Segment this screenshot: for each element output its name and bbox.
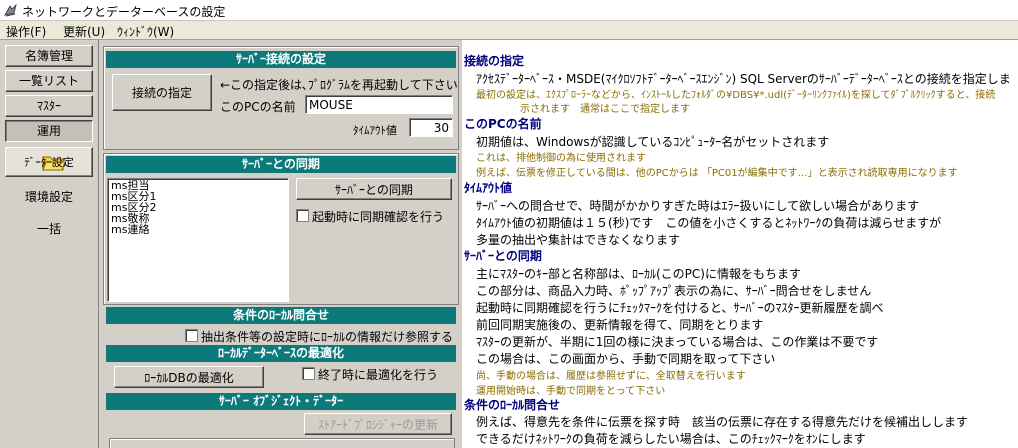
- sidebar-item-environment[interactable]: 環境設定: [5, 188, 93, 205]
- help-text: 起動時に同期確認を行うにﾁｪｯｸﾏｰｸを付けると、ｻｰﾊﾞｰのﾏｽﾀｰ更新履歴を…: [476, 301, 884, 315]
- sidebar-item-operation[interactable]: 運用: [5, 120, 93, 142]
- help-text: この部分は、商品入力時、ﾎﾟｯﾌﾟｱｯﾌﾟ表示の為に、ｻｰﾊﾞｰ問合せをしません: [476, 284, 872, 298]
- help-text: 前回同期実施後の、更新情報を得て、同期をとります: [476, 318, 764, 332]
- help-text: ｻｰﾊﾞｰへの問合せで、時間がかかりすぎた時はｴﾗｰ扱いにして欲しい場合がありま…: [476, 199, 920, 213]
- sidebar-item-master[interactable]: ﾏｽﾀｰ: [5, 95, 93, 117]
- help-text: ｱｸｾｽﾃﾞｰﾀｰﾍﾞｰｽ・MSDE(ﾏｲｸﾛｿﾌﾄﾃﾞｰﾀｰﾍﾞｰｽｴﾝｼﾞﾝ…: [476, 72, 1011, 86]
- sidebar-item-label: ﾃﾞｰﾀｰ設定: [24, 156, 74, 169]
- exit-optimize-checkbox[interactable]: [302, 367, 315, 380]
- window-title: ネットワークとデーターベースの設定: [22, 5, 226, 19]
- sidebar-item-roster[interactable]: 名簿管理: [5, 45, 93, 67]
- help-note: 示されます 通常はここで指定します: [520, 104, 690, 115]
- server-sync-header: ｻｰﾊﾞｰとの同期: [106, 156, 456, 173]
- sidebar-item-data-settings[interactable]: ﾃﾞｰﾀｰ設定: [5, 147, 93, 177]
- timeout-input[interactable]: [409, 118, 453, 137]
- help-text: この場合は、この画面から、手動で同期を取って下さい: [476, 352, 776, 366]
- sidebar-item-list[interactable]: 一覧リスト: [5, 70, 93, 92]
- help-text: 多量の抽出や集計はできなくなります: [476, 233, 681, 247]
- help-text: ﾀｲﾑｱｳﾄ値の初期値は１５(秒)です この値を小さくするとﾈｯﾄﾜｰｸの負荷は…: [476, 216, 942, 230]
- server-objects-area: [109, 438, 455, 448]
- startup-sync-checkbox[interactable]: [296, 209, 309, 222]
- help-title-local-query: 条件のﾛｰｶﾙ問合せ: [464, 398, 561, 412]
- help-title-connect: 接続の指定: [464, 54, 525, 68]
- help-text: できるだけﾈｯﾄﾜｰｸの負荷を減らしたい場合は、このﾁｪｯｸﾏｰｸをｵﾝにします: [476, 432, 866, 446]
- list-item[interactable]: ms連絡: [111, 224, 285, 235]
- help-pane: 接続の指定 ｱｸｾｽﾃﾞｰﾀｰﾍﾞｰｽ・MSDE(ﾏｲｸﾛｿﾌﾄﾃﾞｰﾀｰﾍﾞｰ…: [462, 40, 1018, 448]
- local-query-header: 条件のﾛｰｶﾙ問合せ: [106, 307, 456, 324]
- help-title-sync: ｻｰﾊﾞｰとの同期: [464, 249, 542, 263]
- local-query-label: 抽出条件等の設定時にﾛｰｶﾙの情報だけ参照する: [201, 330, 454, 344]
- menu-operation[interactable]: 操作(F): [6, 23, 46, 40]
- help-note: 最初の設定は、ｴｸｽﾌﾟﾛｰﾗｰなどから、ｲﾝｽﾄｰﾙしたﾌｫﾙﾀﾞの¥DBS¥…: [476, 90, 996, 101]
- help-title-timeout: ﾀｲﾑｱｳﾄ値: [464, 181, 513, 195]
- help-text: 例えば、得意先を条件に伝票を探す時 該当の伝票に存在する得意先だけを候補出ししま…: [476, 415, 969, 429]
- menu-update[interactable]: 更新(U): [63, 23, 105, 40]
- help-note: 例えば、伝票を修正している間は、他のPCからは 「PC01が編集中です…」と表示…: [476, 168, 958, 179]
- local-query-checkbox[interactable]: [185, 329, 198, 342]
- menu-bar: 操作(F) 更新(U) ｳｨﾝﾄﾞｳ(W): [0, 21, 1018, 40]
- sync-button[interactable]: ｻｰﾊﾞｰとの同期: [296, 178, 452, 200]
- connect-button[interactable]: 接続の指定: [112, 74, 212, 111]
- update-procedures-button[interactable]: ｽﾄｱｰﾄﾞﾌﾟﾛｼｼﾞｬｰの更新: [304, 413, 452, 435]
- startup-sync-label: 起動時に同期確認を行う: [312, 210, 445, 224]
- help-title-pc-name: このPCの名前: [464, 117, 542, 131]
- timeout-label: ﾀｲﾑｱｳﾄ値: [353, 124, 397, 137]
- local-db-header: ﾛｰｶﾙﾃﾞｰﾀｰﾍﾞｰｽの最適化: [106, 345, 456, 362]
- title-bar: ネットワークとデーターベースの設定: [0, 0, 1018, 21]
- server-connect-header: ｻｰﾊﾞｰ接続の設定: [106, 51, 456, 68]
- sidebar-item-bulk[interactable]: 一括: [5, 220, 93, 237]
- help-text: ﾏｽﾀｰの更新が、半期に1回の様に決まっている場合は、この作業は不要です: [476, 335, 879, 349]
- help-note: これは、排他制御の為に使用されます: [476, 153, 646, 164]
- sync-table-list[interactable]: ms担当 ms区分1 ms区分2 ms敬称 ms連絡: [107, 178, 289, 302]
- help-text: 初期値は、Windowsが認識しているｺﾝﾋﾟｭｰﾀｰ名がセットされます: [476, 135, 830, 149]
- help-note: 尚、手動の場合は、履歴は参照せずに、全取替えを行います: [476, 371, 746, 382]
- pc-name-input[interactable]: [305, 95, 453, 114]
- help-text: 主にﾏｽﾀｰのｷｰ部と名称部は、ﾛｰｶﾙ(このPC)に情報をもちます: [476, 267, 801, 281]
- server-objects-header: ｻｰﾊﾞｰ ｵﾌﾞｼﾞｪｸﾄ・ﾃﾞｰﾀｰ: [106, 393, 456, 410]
- optimize-db-button[interactable]: ﾛｰｶﾙDBの最適化: [114, 366, 264, 388]
- app-icon: [4, 3, 17, 17]
- menu-window[interactable]: ｳｨﾝﾄﾞｳ(W): [117, 23, 174, 40]
- sidebar: 名簿管理 一覧リスト ﾏｽﾀｰ 運用 ﾃﾞｰﾀｰ設定 環境設定 一括: [0, 40, 99, 448]
- pc-name-label: このPCの名前: [220, 100, 296, 114]
- exit-optimize-label: 終了時に最適化を行う: [318, 368, 439, 382]
- help-note: 運用開始時は、手動で同期をとって下さい: [476, 386, 666, 397]
- restart-note: ←この指定後は､ﾌﾟﾛｸﾞﾗﾑを再起動して下さい: [220, 78, 458, 92]
